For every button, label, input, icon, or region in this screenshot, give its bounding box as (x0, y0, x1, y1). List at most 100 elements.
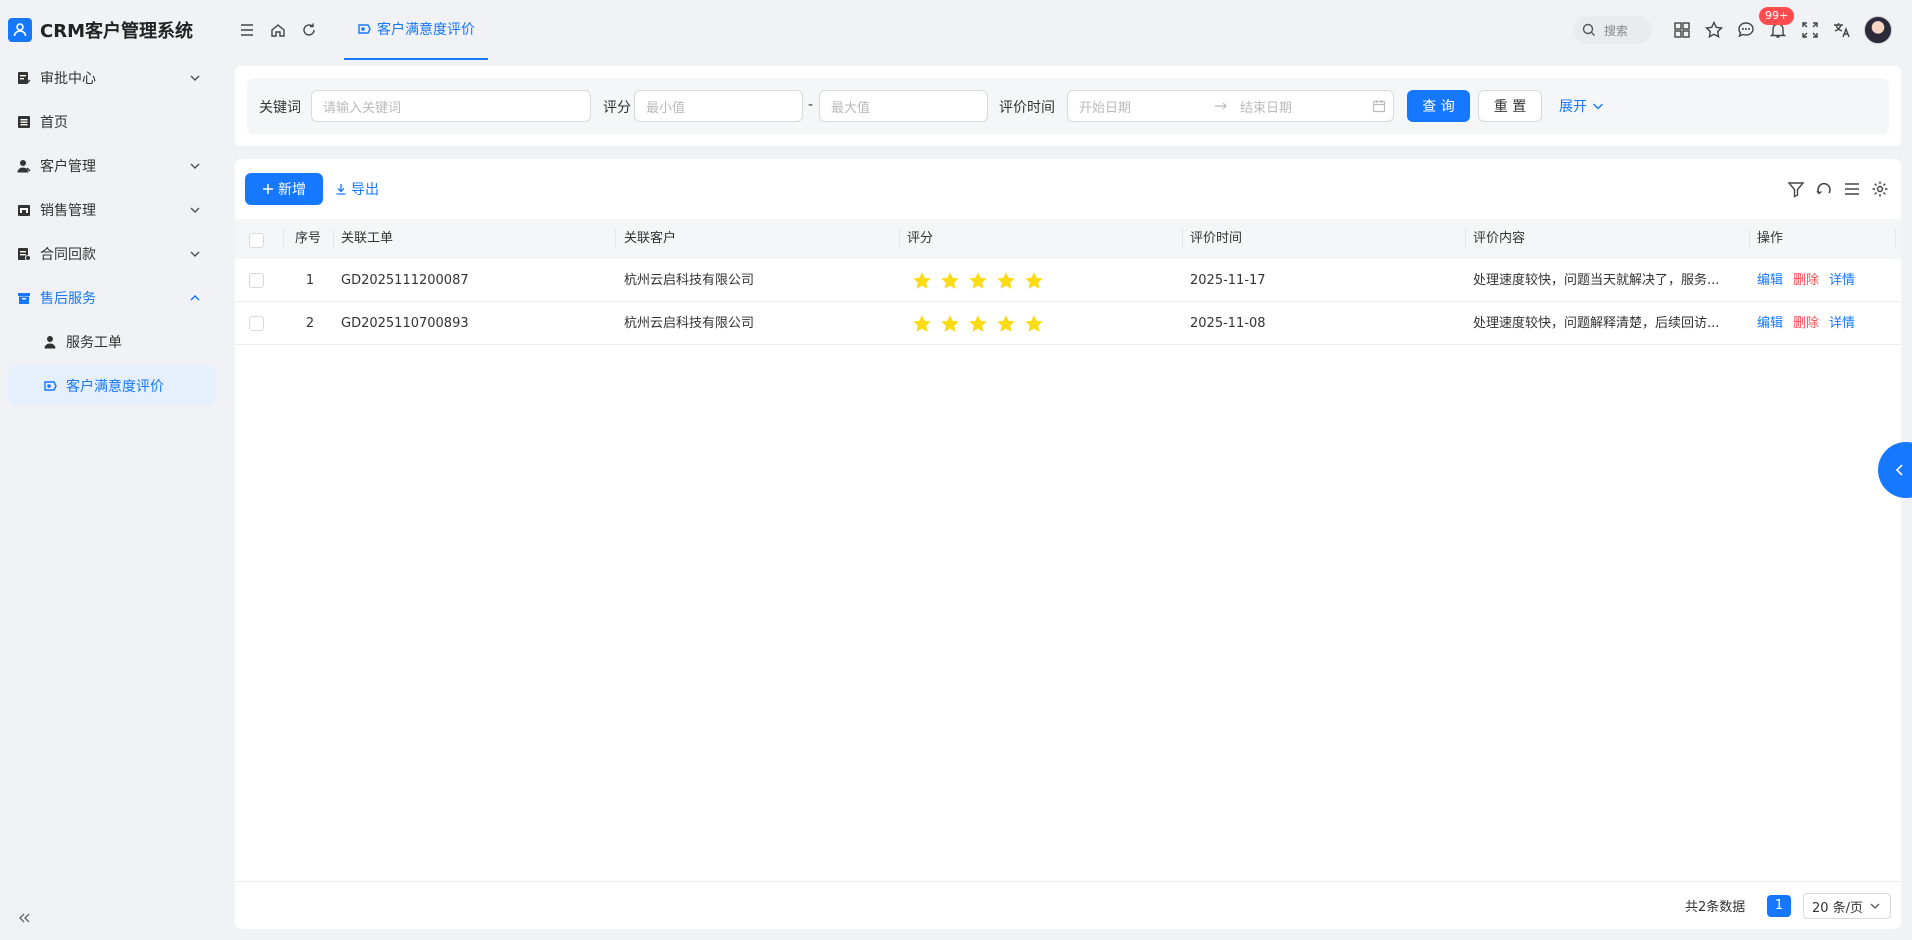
order-link[interactable]: GD2025111200087 (335, 259, 605, 302)
reset-button[interactable]: 重 置 (1478, 90, 1542, 122)
chevron-down-icon (190, 251, 200, 258)
sidebar-item-contracts[interactable]: 合同回款 (8, 234, 216, 274)
avatar[interactable] (1864, 16, 1892, 44)
row-index: 2 (305, 316, 315, 331)
column-divider (1465, 229, 1466, 249)
chevron-left-icon (1895, 464, 1903, 476)
score-min-input[interactable]: 最小值 (634, 90, 803, 122)
arrow-right-icon (1215, 102, 1227, 110)
pagination-total: 共2条数据 (1685, 900, 1746, 915)
expand-toggle[interactable]: 展开 (1559, 96, 1605, 116)
tab-satisfaction[interactable]: 客户满意度评价 (344, 0, 488, 60)
search-input[interactable]: 搜索 (1574, 16, 1652, 44)
filter-icon[interactable] (1787, 180, 1805, 198)
rating-icon (358, 24, 371, 34)
message-icon[interactable] (1736, 20, 1756, 40)
chevron-down-icon (1870, 903, 1880, 909)
score-stars (905, 259, 1175, 302)
topbar: 客户满意度评价 搜索 99+ (224, 0, 1912, 60)
shop-icon (16, 202, 32, 218)
score-min-placeholder: 最小值 (646, 100, 686, 116)
chevron-down-icon (1593, 103, 1603, 110)
home-doc-icon (16, 114, 32, 130)
brand-logo-icon (8, 18, 32, 42)
customer-link[interactable]: 杭州云启科技有限公司 (618, 302, 888, 345)
fullscreen-icon[interactable] (1800, 20, 1820, 40)
edit-link[interactable]: 编辑 (1757, 316, 1783, 331)
star-icon (913, 271, 931, 289)
sidebar-item-after-sales[interactable]: 售后服务 (8, 278, 216, 318)
date-range-picker[interactable]: 开始日期 结束日期 (1067, 90, 1394, 122)
column-header-score: 评分 (907, 231, 934, 246)
density-icon[interactable] (1843, 180, 1861, 198)
eval-date: 2025-11-17 (1190, 273, 1266, 288)
star-favorite-icon[interactable] (1704, 20, 1724, 40)
sidebar-subitem-service-orders[interactable]: 服务工单 (8, 322, 216, 362)
contract-icon (16, 246, 32, 262)
menu-toggle-icon[interactable] (238, 21, 256, 39)
column-divider (1895, 229, 1896, 249)
delete-link[interactable]: 删除 (1793, 273, 1819, 288)
order-link[interactable]: GD2025110700893 (335, 302, 605, 345)
add-label: 新增 (278, 182, 306, 198)
sidebar-item-approval[interactable]: 审批中心 (8, 58, 216, 98)
expand-label: 展开 (1559, 99, 1587, 115)
edit-link[interactable]: 编辑 (1757, 273, 1783, 288)
reload-icon[interactable] (1815, 180, 1833, 198)
sidebar-item-sales[interactable]: 销售管理 (8, 190, 216, 230)
sidebar-subitem-satisfaction[interactable]: 客户满意度评价 (8, 366, 216, 406)
table-row: 1 GD2025111200087 杭州云启科技有限公司 2025-11-17 … (235, 259, 1901, 302)
score-stars (905, 302, 1175, 345)
table-header: 序号 关联工单 关联客户 评分 评价时间 评价内容 操作 (235, 219, 1901, 259)
page-number-current[interactable]: 1 (1767, 895, 1791, 917)
sidebar-item-customers[interactable]: 客户管理 (8, 146, 216, 186)
row-checkbox[interactable] (249, 273, 264, 288)
home-icon[interactable] (269, 21, 287, 39)
star-icon (969, 271, 987, 289)
filter-panel: 关键词 请输入关键词 评分 最小值 - 最大值 评价时间 开始日期 结束日期 查… (235, 66, 1901, 146)
add-button[interactable]: 新增 (245, 173, 323, 205)
keyword-input[interactable]: 请输入关键词 (311, 90, 591, 122)
brand-title: CRM客户管理系统 (40, 21, 193, 42)
row-checkbox[interactable] (249, 316, 264, 331)
page-size-value: 20 条/页 (1812, 900, 1864, 916)
query-button[interactable]: 查 询 (1407, 90, 1470, 122)
eval-content: 处理速度较快，问题当天就解决了，服务... (1473, 273, 1720, 288)
chevron-down-icon (190, 207, 200, 214)
rating-icon (42, 378, 58, 394)
collapse-sidebar-icon[interactable] (16, 910, 32, 926)
delete-link[interactable]: 删除 (1793, 316, 1819, 331)
refresh-icon[interactable] (300, 21, 318, 39)
eval-content: 处理速度较快，问题解释清楚，后续回访... (1473, 316, 1720, 331)
column-divider (1749, 229, 1750, 249)
detail-link[interactable]: 详情 (1829, 273, 1855, 288)
score-max-input[interactable]: 最大值 (819, 90, 988, 122)
detail-link[interactable]: 详情 (1829, 316, 1855, 331)
export-button[interactable]: 导出 (335, 173, 379, 205)
translate-icon[interactable] (1832, 20, 1852, 40)
sidebar-item-label: 合同回款 (40, 247, 96, 263)
sidebar-item-home[interactable]: 首页 (8, 102, 216, 142)
eval-date: 2025-11-08 (1190, 316, 1266, 331)
sidebar-item-label: 销售管理 (40, 203, 96, 219)
apps-grid-icon[interactable] (1672, 20, 1692, 40)
settings-icon[interactable] (1871, 180, 1889, 198)
score-max-placeholder: 最大值 (831, 100, 871, 116)
chevron-down-icon (190, 163, 200, 170)
sidebar-item-label: 审批中心 (40, 71, 96, 87)
chevron-up-icon (190, 294, 200, 301)
star-icon (1025, 314, 1043, 332)
star-icon (997, 314, 1015, 332)
download-icon (336, 184, 346, 195)
page-size-select[interactable]: 20 条/页 (1803, 893, 1891, 919)
select-all-checkbox[interactable] (249, 233, 264, 248)
row-actions: 编辑 删除 详情 (1751, 259, 1901, 302)
customer-link[interactable]: 杭州云启科技有限公司 (618, 259, 888, 302)
sidebar-item-label: 客户管理 (40, 159, 96, 175)
column-header-date: 评价时间 (1190, 231, 1243, 246)
user-icon (16, 158, 32, 174)
search-label: 搜索 (1604, 23, 1629, 38)
box-icon (16, 290, 32, 306)
tab-label: 客户满意度评价 (377, 22, 475, 38)
keyword-placeholder: 请输入关键词 (323, 100, 402, 116)
